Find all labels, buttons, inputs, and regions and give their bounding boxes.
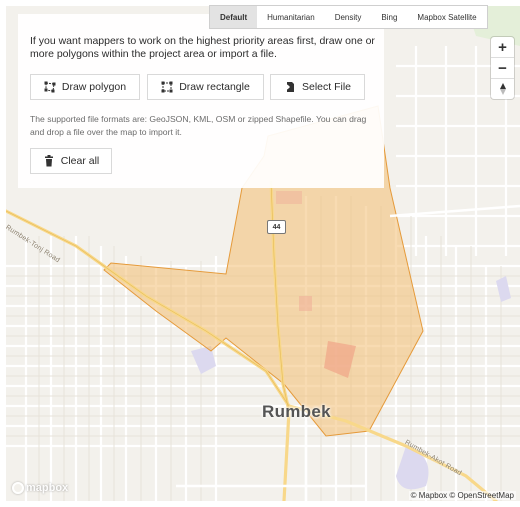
draw-rectangle-label: Draw rectangle: [179, 81, 250, 93]
draw-polygon-button[interactable]: Draw polygon: [30, 74, 140, 100]
zoom-in-button[interactable]: +: [491, 37, 514, 58]
clear-all-label: Clear all: [60, 155, 100, 167]
layer-tab-mapbox-satellite[interactable]: Mapbox Satellite: [407, 6, 486, 28]
compass-icon: [499, 83, 506, 95]
instructions-text: If you want mappers to work on the highe…: [30, 35, 375, 60]
reset-bearing-button[interactable]: [491, 79, 514, 99]
priority-areas-panel: If you want mappers to work on the highe…: [18, 14, 384, 188]
file-import-icon: [283, 82, 294, 92]
layer-tab-density[interactable]: Density: [325, 6, 372, 28]
clear-all-button[interactable]: Clear all: [30, 148, 112, 174]
draw-polygon-label: Draw polygon: [61, 81, 127, 93]
layer-tab-default[interactable]: Default: [210, 6, 258, 28]
polygon-icon: [44, 81, 56, 93]
zoom-control: + −: [491, 37, 514, 99]
mapbox-logo[interactable]: mapbox: [12, 482, 68, 494]
select-file-label: Select File: [301, 81, 352, 93]
layer-tab-humanitarian[interactable]: Humanitarian: [257, 6, 325, 28]
rectangle-icon: [161, 81, 173, 93]
layer-tab-bing[interactable]: Bing: [371, 6, 407, 28]
city-label: Rumbek: [262, 402, 331, 421]
map-attribution[interactable]: © Mapbox © OpenStreetMap: [408, 491, 516, 500]
layer-switcher: Default Humanitarian Density Bing Mapbox…: [209, 5, 488, 29]
select-file-button[interactable]: Select File: [270, 74, 365, 100]
mapbox-logo-text: mapbox: [26, 482, 69, 494]
mapbox-logo-icon: [12, 482, 24, 494]
draw-rectangle-button[interactable]: Draw rectangle: [147, 74, 264, 100]
highway-shield: 44: [267, 220, 286, 234]
zoom-out-button[interactable]: −: [491, 58, 514, 79]
trash-icon: [44, 155, 53, 167]
supported-formats-text: The supported file formats are: GeoJSON,…: [30, 114, 367, 137]
